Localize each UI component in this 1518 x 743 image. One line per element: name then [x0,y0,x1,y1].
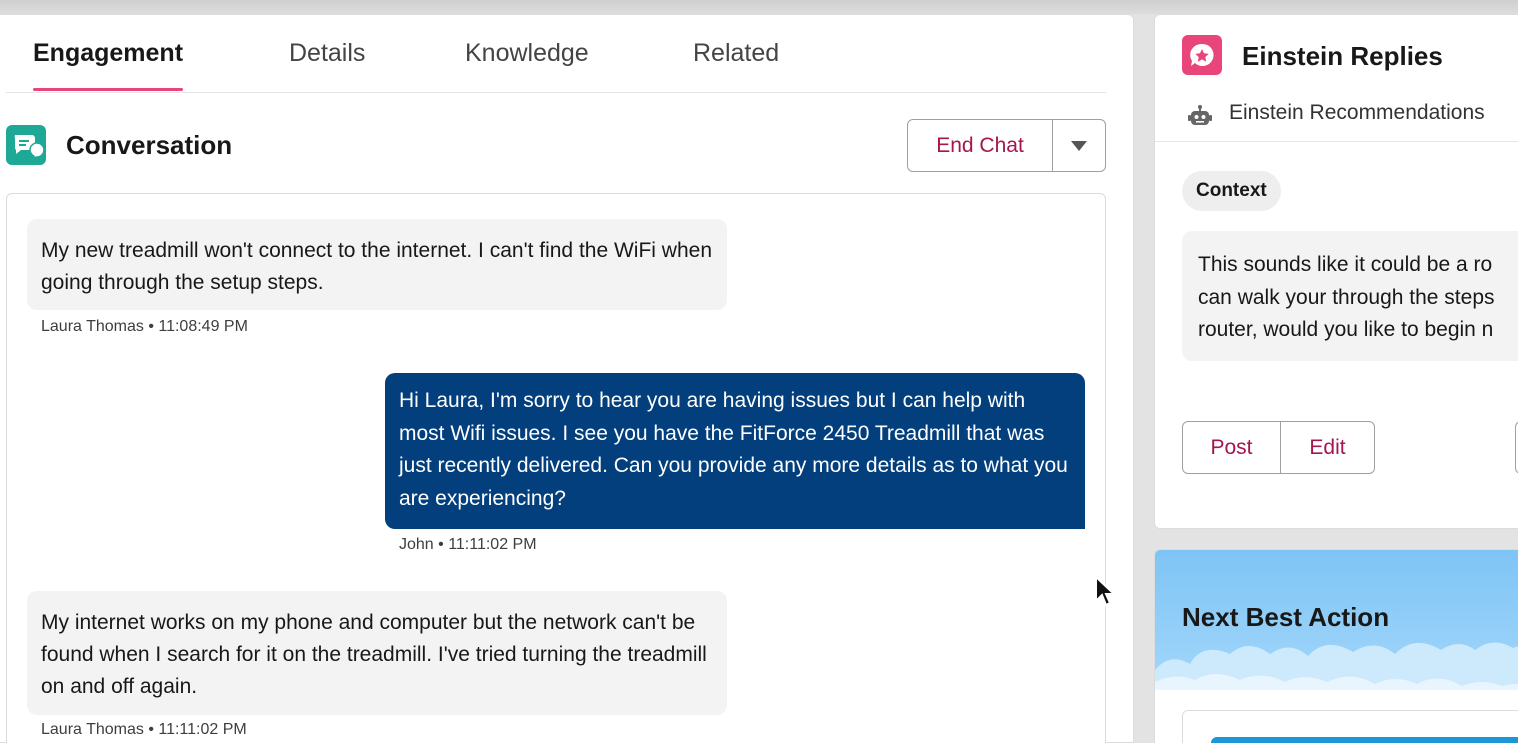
end-chat-button[interactable]: End Chat [908,120,1053,171]
chat-icon [6,125,46,165]
engagement-panel: Engagement Details Knowledge Related Con… [0,14,1134,743]
message-meta: Laura Thomas • 11:11:02 PM [41,721,247,738]
einstein-recommendations-row: Einstein Recommendations [1187,99,1518,139]
message-incoming: My new treadmill won't connect to the in… [27,219,727,310]
star-chat-icon [1182,35,1222,75]
robot-icon [1188,105,1212,125]
message-text: My internet works on my phone and comput… [41,611,707,698]
recommendation-card-header [1211,737,1518,743]
einstein-replies-title: Einstein Replies [1242,41,1443,71]
chevron-down-icon [1071,140,1087,151]
next-best-action-banner: Next Best Action [1155,550,1518,690]
message-meta: Laura Thomas • 11:08:49 PM [41,318,248,335]
message-text: Hi Laura, I'm sorry to hear you are havi… [399,389,1068,510]
einstein-replies-panel: Einstein Replies Einstein Recommendation… [1154,14,1518,529]
message-outgoing: Hi Laura, I'm sorry to hear you are havi… [385,373,1085,529]
divider [1155,141,1518,142]
message-incoming: My internet works on my phone and comput… [27,591,727,715]
clouds-illustration [1155,642,1518,690]
mouse-cursor-icon [1095,575,1116,607]
suggested-reply[interactable]: This sounds like it could be a ro can wa… [1182,231,1518,361]
tab-engagement[interactable]: Engagement [33,39,184,91]
post-button[interactable]: Post [1183,422,1281,473]
end-chat-dropdown-button[interactable] [1053,120,1105,171]
context-badge: Context [1182,171,1281,211]
suggested-reply-line: This sounds like it could be a ro [1198,253,1493,276]
suggested-reply-line: can walk your through the steps [1198,285,1495,309]
tab-related[interactable]: Related [693,39,779,91]
conversation-title: Conversation [66,130,233,160]
next-best-action-title: Next Best Action [1182,602,1390,632]
tab-bar: Engagement Details Knowledge Related [6,15,1106,93]
recommendation-card[interactable] [1182,710,1518,743]
end-chat-button-group: End Chat [907,119,1106,172]
message-text: My new treadmill won't connect to the in… [41,239,712,294]
tab-details[interactable]: Details [289,39,365,91]
post-edit-button-group: Post Edit [1182,421,1375,474]
message-meta: John • 11:11:02 PM [399,536,537,553]
top-bar [0,0,1518,14]
next-best-action-panel: Next Best Action [1154,549,1518,743]
edit-button[interactable]: Edit [1281,422,1374,473]
tab-knowledge[interactable]: Knowledge [465,39,589,91]
suggested-reply-line: router, would you like to begin n [1198,318,1494,341]
chat-transcript[interactable]: My new treadmill won't connect to the in… [6,193,1106,743]
conversation-header: Conversation End Chat [6,119,1106,181]
einstein-recommendations-label: Einstein Recommendations [1229,101,1485,124]
